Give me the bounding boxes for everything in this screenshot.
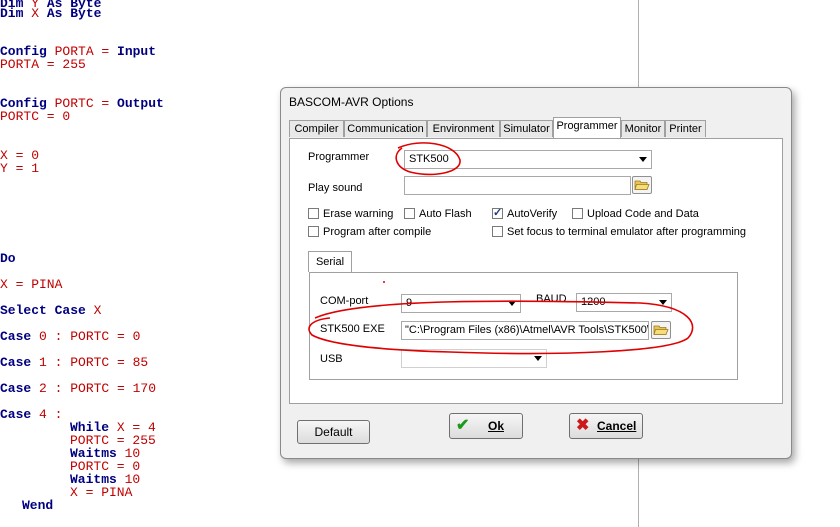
tab-serial[interactable]: Serial — [308, 251, 352, 272]
tab-printer[interactable]: Printer — [665, 120, 706, 137]
code-text: 1 : PORTC = 85 — [39, 355, 149, 370]
code-text: = — [101, 44, 118, 59]
play-sound-input[interactable] — [404, 176, 631, 195]
set-focus-checkbox[interactable]: Set focus to terminal emulator after pro… — [492, 226, 746, 240]
code-text: PORTA = 255 — [0, 57, 86, 72]
baud-select[interactable]: 1200 — [576, 293, 672, 312]
options-dialog: BASCOM-AVR Options Compiler Communicatio… — [280, 87, 792, 459]
ok-button[interactable]: ✔ Ok — [449, 413, 523, 439]
baud-label: BAUD — [536, 293, 567, 305]
stk500-exe-input[interactable]: "C:\Program Files (x86)\Atmel\AVR Tools\… — [401, 321, 649, 340]
folder-open-icon — [653, 325, 669, 335]
programmer-label: Programmer — [308, 151, 370, 163]
programmer-select-value: STK500 — [409, 153, 449, 165]
upload-code-checkbox[interactable]: Upload Code and Data — [572, 208, 699, 222]
program-after-compile-box — [308, 226, 319, 237]
program-after-compile-label: Program after compile — [323, 226, 432, 238]
code-keyword: As Byte — [46, 6, 102, 21]
com-port-label: COM-port — [320, 295, 369, 307]
code-line: Dim X As Byte — [0, 7, 101, 20]
code-keyword: Case — [0, 381, 40, 396]
code-text: X — [31, 6, 47, 21]
chevron-down-icon — [534, 356, 542, 361]
auto-verify-label: AutoVerify — [507, 208, 558, 220]
set-focus-label: Set focus to terminal emulator after pro… — [507, 226, 747, 238]
cancel-button[interactable]: ✖ Cancel — [569, 413, 643, 439]
baud-value: 1200 — [581, 296, 606, 308]
code-keyword: Dim — [0, 6, 32, 21]
ok-button-label: Ok — [488, 419, 505, 433]
code-text: = — [101, 96, 118, 111]
auto-flash-box — [404, 208, 415, 219]
default-button[interactable]: Default — [297, 420, 370, 444]
serial-group: COM-port 9 BAUD 1200 STK500 EXE "C:\Prog… — [309, 272, 738, 380]
erase-warning-label: Erase warning — [323, 208, 394, 220]
usb-label: USB — [320, 353, 343, 365]
code-text: X = PINA — [70, 485, 133, 500]
auto-verify-checkbox[interactable]: AutoVerify — [492, 206, 558, 222]
tab-simulator[interactable]: Simulator — [500, 120, 553, 137]
code-line: PORTC = 0 — [0, 110, 70, 123]
chevron-down-icon — [508, 301, 516, 306]
play-sound-label: Play sound — [308, 182, 363, 194]
cross-icon: ✖ — [576, 417, 590, 434]
code-line: X = PINA — [70, 486, 132, 499]
code-line: Do — [0, 252, 16, 265]
tab-compiler[interactable]: Compiler — [289, 120, 344, 137]
auto-flash-checkbox[interactable]: Auto Flash — [404, 208, 472, 222]
code-keyword: Case — [0, 329, 40, 344]
code-text: X = PINA — [0, 277, 63, 292]
folder-open-icon — [634, 180, 650, 190]
code-keyword: Case — [0, 407, 40, 422]
code-line: Case 2 : PORTC = 170 — [0, 382, 156, 395]
chevron-down-icon — [639, 157, 647, 162]
erase-warning-checkbox[interactable]: Erase warning — [308, 208, 393, 222]
com-port-value: 9 — [406, 297, 413, 309]
auto-verify-box — [492, 206, 503, 219]
code-text: 2 : PORTC = 170 — [39, 381, 157, 396]
code-line: Case 4 : — [0, 408, 62, 421]
code-line: Case 0 : PORTC = 0 — [0, 330, 140, 343]
stk500-exe-browse-button[interactable] — [651, 321, 671, 339]
code-text: 0 : PORTC = 0 — [39, 329, 141, 344]
erase-warning-box — [308, 208, 319, 219]
code-line: Case 1 : PORTC = 85 — [0, 356, 148, 369]
usb-select[interactable] — [401, 349, 547, 368]
code-keyword: Case — [0, 355, 40, 370]
upload-code-box — [572, 208, 583, 219]
tab-communication[interactable]: Communication — [344, 120, 427, 137]
code-text: 4 : — [39, 407, 63, 422]
code-text: PORTC = 0 — [0, 109, 71, 124]
code-text: Y = 1 — [0, 161, 40, 176]
programmer-select[interactable]: STK500 — [404, 150, 652, 169]
upload-code-label: Upload Code and Data — [587, 208, 699, 220]
set-focus-box — [492, 226, 503, 237]
code-keyword: Select Case — [0, 303, 94, 318]
code-line: Y = 1 — [0, 162, 39, 175]
checkmark-icon: ✔ — [456, 417, 470, 434]
program-after-compile-checkbox[interactable]: Program after compile — [308, 226, 431, 240]
play-sound-browse-button[interactable] — [632, 176, 652, 194]
code-line: PORTA = 255 — [0, 58, 86, 71]
dialog-title: BASCOM-AVR Options — [289, 95, 414, 109]
code-text: X — [93, 303, 102, 318]
code-keyword: Do — [0, 251, 16, 266]
default-button-label: Default — [314, 425, 353, 439]
code-keyword: Input — [117, 44, 157, 59]
com-port-select[interactable]: 9 — [401, 294, 521, 313]
stk500-exe-label: STK500 EXE — [320, 323, 385, 335]
chevron-down-icon — [659, 300, 667, 305]
code-line: X = PINA — [0, 278, 62, 291]
code-line: Select Case X — [0, 304, 101, 317]
tab-programmer[interactable]: Programmer — [553, 117, 621, 138]
auto-flash-label: Auto Flash — [419, 208, 472, 220]
code-line: Wend — [22, 499, 53, 512]
tab-environment[interactable]: Environment — [427, 120, 500, 137]
code-keyword: Output — [117, 96, 164, 111]
cancel-button-label: Cancel — [597, 419, 637, 433]
tab-monitor[interactable]: Monitor — [621, 120, 665, 137]
code-keyword: Wend — [22, 498, 54, 513]
